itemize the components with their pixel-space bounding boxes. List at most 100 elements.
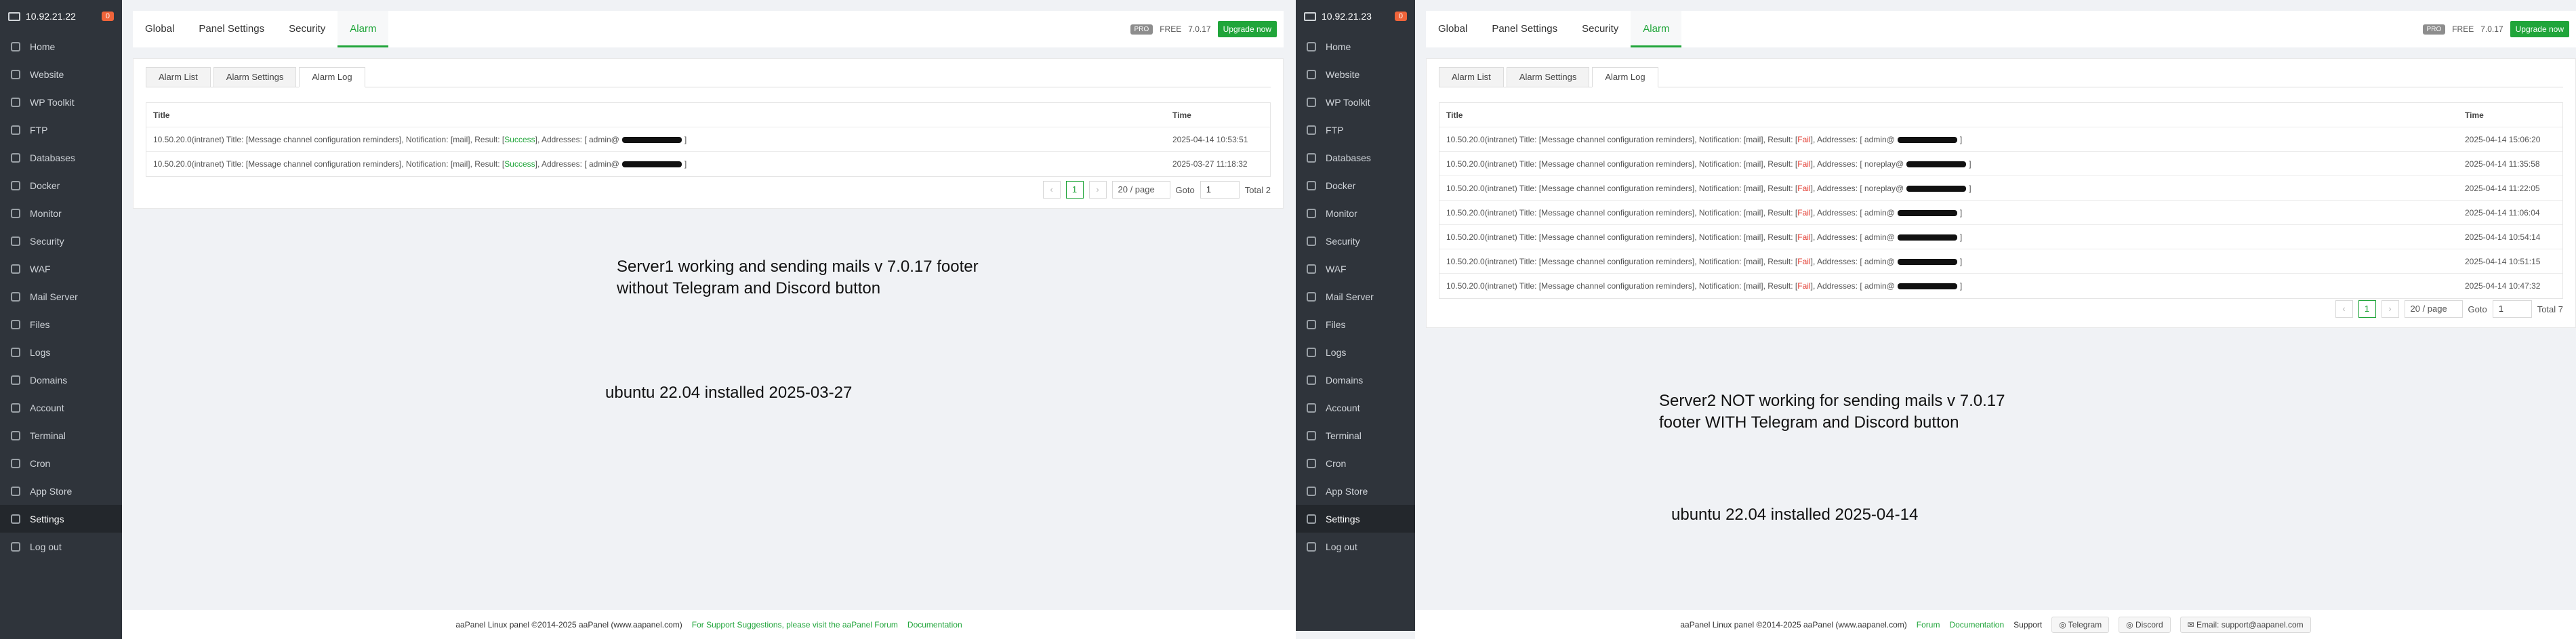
sidebar-item-cron[interactable]: Cron	[1296, 449, 1415, 477]
subtab-alarm-list[interactable]: Alarm List	[146, 67, 211, 87]
sidebar-item-wp-toolkit[interactable]: WP Toolkit	[1296, 88, 1415, 116]
forum-link[interactable]: For Support Suggestions, please visit th…	[692, 620, 898, 630]
tab-security[interactable]: Security	[1570, 11, 1631, 47]
sidebar-item-logs[interactable]: Logs	[1296, 338, 1415, 366]
free-label: FREE	[2452, 24, 2474, 34]
status-fail: Fail	[1797, 256, 1811, 266]
discord-button[interactable]: ◎ Discord	[2119, 616, 2171, 633]
goto-input[interactable]: 1	[2492, 300, 2532, 318]
page-number[interactable]: 1	[2358, 300, 2376, 318]
subtab-alarm-settings[interactable]: Alarm Settings	[213, 67, 297, 87]
next-page-button[interactable]: ›	[2381, 300, 2399, 318]
subtab-alarm-log[interactable]: Alarm Log	[1592, 67, 1658, 87]
sidebar-item-wp-toolkit[interactable]: WP Toolkit	[0, 88, 122, 116]
notification-badge[interactable]: 0	[101, 12, 114, 21]
notification-badge[interactable]: 0	[1394, 12, 1407, 21]
sidebar-item-account[interactable]: Account	[1296, 394, 1415, 421]
sidebar-item-monitor[interactable]: Monitor	[0, 199, 122, 227]
redaction-mark	[1897, 209, 1957, 216]
gear-icon	[11, 514, 20, 524]
version-label[interactable]: 7.0.17	[2480, 24, 2503, 34]
monitor-icon	[1307, 208, 1316, 218]
sidebar-item-files[interactable]: Files	[0, 310, 122, 338]
sidebar-item-home[interactable]: Home	[1296, 33, 1415, 60]
documentation-link[interactable]: Documentation	[907, 620, 962, 630]
page-number[interactable]: 1	[1065, 181, 1084, 199]
settings-tabbar: Global Panel Settings Security Alarm PRO…	[133, 11, 1284, 47]
sidebar-item-terminal[interactable]: Terminal	[1296, 421, 1415, 449]
redaction-mark	[1906, 185, 1967, 192]
version-label[interactable]: 7.0.17	[1188, 24, 1210, 34]
sidebar-item-waf[interactable]: WAF	[1296, 255, 1415, 283]
telegram-button[interactable]: ◎ Telegram	[2051, 616, 2110, 633]
subtab-alarm-log[interactable]: Alarm Log	[299, 67, 365, 87]
table-row: 10.50.20.0(intranet) Title: [Message cha…	[1439, 274, 2562, 298]
server-ip: 10.92.21.22	[26, 11, 76, 22]
sidebar-item-logs[interactable]: Logs	[0, 338, 122, 366]
sidebar-item-security[interactable]: Security	[0, 227, 122, 255]
status-fail: Fail	[1797, 159, 1811, 169]
pro-badge: PRO	[1130, 24, 1153, 35]
email-support-button[interactable]: ✉ Email: support@aapanel.com	[2180, 616, 2311, 633]
redaction-mark	[1906, 161, 1967, 167]
sidebar-item-settings[interactable]: Settings	[1296, 505, 1415, 533]
documentation-link[interactable]: Documentation	[1949, 620, 2004, 630]
sidebar-item-docker[interactable]: Docker	[1296, 171, 1415, 199]
goto-input[interactable]: 1	[1200, 181, 1240, 199]
tab-global[interactable]: Global	[1426, 11, 1479, 47]
tab-security[interactable]: Security	[277, 11, 338, 47]
sidebar-item-databases[interactable]: Databases	[1296, 144, 1415, 171]
sidebar-item-account[interactable]: Account	[0, 394, 122, 421]
upgrade-button[interactable]: Upgrade now	[2510, 21, 2569, 37]
prev-page-button[interactable]: ‹	[2335, 300, 2353, 318]
sidebar-item-website[interactable]: Website	[0, 60, 122, 88]
sidebar-item-app-store[interactable]: App Store	[0, 477, 122, 505]
sidebar-item-app-store[interactable]: App Store	[1296, 477, 1415, 505]
tab-alarm[interactable]: Alarm	[338, 11, 389, 47]
subtab-alarm-list[interactable]: Alarm List	[1439, 67, 1504, 87]
sidebar-item-security[interactable]: Security	[1296, 227, 1415, 255]
sidebar-item-cron[interactable]: Cron	[0, 449, 122, 477]
tab-alarm[interactable]: Alarm	[1631, 11, 1682, 47]
sidebar-item-home[interactable]: Home	[0, 33, 122, 60]
tab-panel-settings[interactable]: Panel Settings	[186, 11, 277, 47]
sidebar-item-ftp[interactable]: FTP	[1296, 116, 1415, 144]
total-count: Total 7	[2537, 304, 2563, 314]
sidebar-item-terminal[interactable]: Terminal	[0, 421, 122, 449]
per-page-select[interactable]: 20 / page	[1111, 181, 1170, 199]
wordpress-icon	[11, 97, 20, 107]
subtab-alarm-settings[interactable]: Alarm Settings	[1506, 67, 1590, 87]
globe-icon	[11, 69, 20, 79]
sidebar-item-mail-server[interactable]: Mail Server	[1296, 283, 1415, 310]
forum-link[interactable]: Forum	[1917, 620, 1940, 630]
sidebar-item-domains[interactable]: Domains	[1296, 366, 1415, 394]
monitor-icon	[8, 12, 20, 21]
upgrade-button[interactable]: Upgrade now	[1217, 21, 1277, 37]
prev-page-button[interactable]: ‹	[1042, 181, 1061, 199]
annotation-note: ubuntu 22.04 installed 2025-03-27	[605, 384, 853, 402]
sidebar-item-mail-server[interactable]: Mail Server	[0, 283, 122, 310]
sidebar-item-docker[interactable]: Docker	[0, 171, 122, 199]
telegram-icon: ◎	[2059, 619, 2068, 630]
sidebar-item-log-out[interactable]: Log out	[1296, 533, 1415, 560]
tab-panel-settings[interactable]: Panel Settings	[1479, 11, 1570, 47]
sidebar-item-waf[interactable]: WAF	[0, 255, 122, 283]
sidebar-item-files[interactable]: Files	[1296, 310, 1415, 338]
next-page-button[interactable]: ›	[1088, 181, 1107, 199]
sidebar-item-log-out[interactable]: Log out	[0, 533, 122, 560]
sidebar-item-monitor[interactable]: Monitor	[1296, 199, 1415, 227]
per-page-select[interactable]: 20 / page	[2404, 300, 2463, 318]
globe-icon	[1307, 69, 1316, 79]
sidebar-item-databases[interactable]: Databases	[0, 144, 122, 171]
log-time: 2025-04-14 10:54:14	[2465, 232, 2541, 242]
sidebar-item-ftp[interactable]: FTP	[0, 116, 122, 144]
log-time: 2025-04-14 10:47:32	[2465, 281, 2541, 291]
goto-label: Goto	[2468, 304, 2487, 314]
sidebar: 10.92.21.23 0 Home Website WP Toolkit FT…	[1296, 0, 1415, 631]
sidebar-item-website[interactable]: Website	[1296, 60, 1415, 88]
alarm-log-table: Title Time 10.50.20.0(intranet) Title: […	[146, 102, 1271, 177]
sidebar-item-settings[interactable]: Settings	[0, 505, 122, 533]
tab-global[interactable]: Global	[133, 11, 186, 47]
sidebar-item-domains[interactable]: Domains	[0, 366, 122, 394]
log-title: 10.50.20.0(intranet) Title: [Message cha…	[1446, 232, 1963, 242]
